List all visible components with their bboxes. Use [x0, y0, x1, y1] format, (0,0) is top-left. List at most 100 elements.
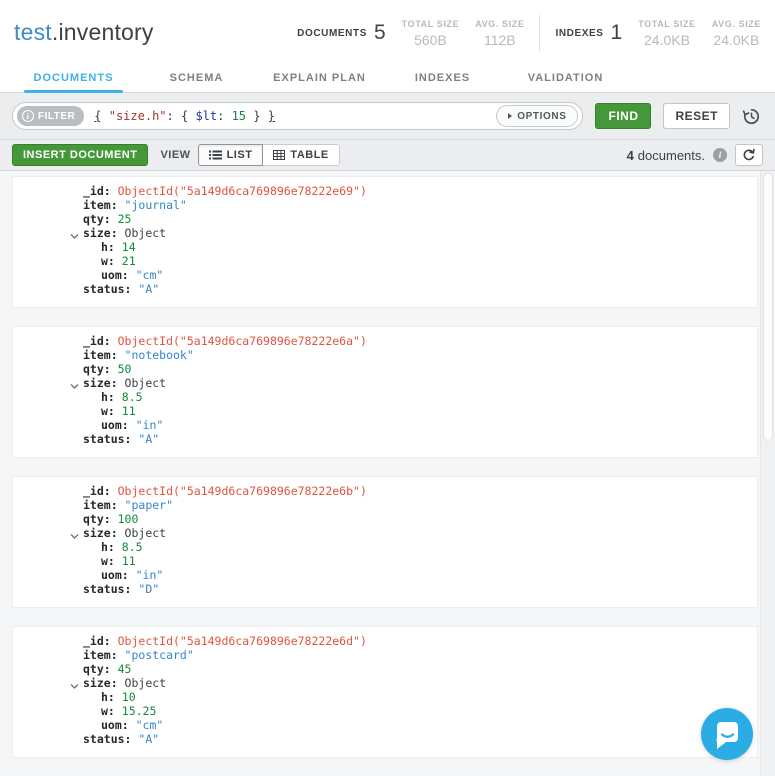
field-key: status: [83, 282, 139, 296]
expand-chevron-icon[interactable] [70, 529, 79, 539]
field-value: ObjectId("5a149d6ca769896e78222e6b") [117, 484, 367, 498]
field-key: uom: [101, 718, 136, 732]
document-field-row: w: 21 [13, 254, 757, 268]
tab-indexes[interactable]: INDEXES [381, 64, 504, 92]
chat-launcher-button[interactable] [701, 708, 753, 760]
field-key: _id: [83, 334, 118, 348]
insert-document-button[interactable]: INSERT DOCUMENT [12, 144, 149, 166]
document-field-row: size: Object [13, 526, 757, 540]
field-value: "notebook" [124, 348, 194, 362]
query-token: } [267, 109, 275, 123]
refresh-icon [743, 148, 755, 161]
filter-input[interactable]: i FILTER { "size.h": { $lt: 15 } } OPTIO… [12, 102, 584, 130]
field-value: "D" [138, 582, 160, 596]
tab-validation[interactable]: VALIDATION [504, 64, 627, 92]
field-key: item: [83, 648, 125, 662]
reset-button[interactable]: RESET [663, 103, 730, 129]
field-value: "journal" [124, 198, 187, 212]
document-card[interactable]: _id: ObjectId("5a149d6ca769896e78222e69"… [12, 176, 758, 308]
tab-documents[interactable]: DOCUMENTS [12, 64, 135, 93]
tab-explain-plan[interactable]: EXPLAIN PLAN [258, 64, 381, 92]
field-value: 15.25 [121, 704, 157, 718]
document-field-row: w: 11 [13, 404, 757, 418]
field-value: ObjectId("5a149d6ca769896e78222e6a") [117, 334, 367, 348]
view-list-button[interactable]: LIST [197, 144, 264, 166]
field-key: uom: [101, 268, 136, 282]
view-table-button[interactable]: TABLE [262, 144, 340, 166]
count-info-icon[interactable]: i [713, 148, 727, 162]
find-button[interactable]: FIND [595, 103, 652, 129]
scrollbar-track[interactable] [760, 171, 775, 776]
history-icon [742, 108, 759, 124]
document-field-row: _id: ObjectId("5a149d6ca769896e78222e6d"… [13, 634, 757, 648]
field-key: h: [101, 240, 122, 254]
document-list: _id: ObjectId("5a149d6ca769896e78222e69"… [0, 171, 775, 776]
field-value: "A" [138, 432, 160, 446]
view-switcher: LIST TABLE [197, 144, 340, 166]
chat-bubble-icon [716, 722, 738, 749]
document-card[interactable]: _id: ObjectId("5a149d6ca769896e78222e6a"… [12, 326, 758, 458]
document-field-row: status: "A" [13, 282, 757, 296]
expand-chevron-icon[interactable] [70, 229, 79, 239]
indexes-avg-size-stat: AVG. SIZE 24.0KB [712, 19, 761, 48]
options-toggle-button[interactable]: OPTIONS [496, 105, 579, 127]
field-value: 11 [121, 554, 136, 568]
query-token: 15 [231, 109, 247, 123]
document-card[interactable]: _id: ObjectId("5a149d6ca769896e78222e6b"… [12, 476, 758, 608]
refresh-documents-button[interactable] [735, 144, 763, 166]
document-card[interactable]: _id: ObjectId("5a149d6ca769896e78222e6d"… [12, 626, 758, 758]
documents-total-size-stat: TOTAL SIZE 560B [402, 19, 460, 48]
document-field-row: qty: 25 [13, 212, 757, 226]
collection-stats: DOCUMENTS 5 TOTAL SIZE 560B AVG. SIZE 11… [297, 13, 761, 53]
filter-badge: i FILTER [17, 106, 85, 126]
field-key: qty: [83, 662, 118, 676]
table-view-icon [273, 150, 286, 160]
field-key: item: [83, 348, 125, 362]
query-bar: i FILTER { "size.h": { $lt: 15 } } OPTIO… [0, 93, 775, 140]
document-field-row: item: "paper" [13, 498, 757, 512]
caret-right-icon [508, 113, 513, 119]
field-value: Object [124, 526, 167, 540]
expand-chevron-icon[interactable] [70, 379, 79, 389]
filter-info-icon: i [22, 110, 34, 122]
indexes-total-size-label: TOTAL SIZE [638, 18, 696, 29]
indexes-stat-label: INDEXES [555, 27, 604, 39]
query-token: { [180, 109, 196, 123]
document-field-row: item: "notebook" [13, 348, 757, 362]
document-field-row: qty: 100 [13, 512, 757, 526]
field-value: 14 [121, 240, 136, 254]
documents-total-size-label: TOTAL SIZE [401, 18, 460, 29]
indexes-stat-count: 1 [610, 21, 623, 44]
field-value: Object [124, 676, 167, 690]
field-key: _id: [83, 184, 118, 198]
filter-query[interactable]: { "size.h": { $lt: 15 } } [94, 109, 275, 123]
tab-schema[interactable]: SCHEMA [135, 64, 258, 92]
stats-divider [539, 15, 541, 51]
query-token: $lt [195, 109, 218, 123]
document-field-row: status: "A" [13, 732, 757, 746]
field-key: uom: [101, 568, 136, 582]
field-value: "in" [135, 418, 164, 432]
document-field-row: h: 8.5 [13, 390, 757, 404]
query-history-button[interactable] [739, 104, 763, 128]
document-field-row: item: "journal" [13, 198, 757, 212]
scrollbar-thumb[interactable] [763, 173, 773, 441]
field-key: h: [101, 690, 122, 704]
field-key: size: [83, 376, 125, 390]
field-value: 11 [121, 404, 136, 418]
field-key: h: [101, 390, 122, 404]
field-key: _id: [83, 484, 118, 498]
collection-header: test.inventory DOCUMENTS 5 TOTAL SIZE 56… [0, 0, 775, 64]
field-value: 45 [117, 662, 132, 676]
field-value: 50 [117, 362, 132, 376]
document-field-row: _id: ObjectId("5a149d6ca769896e78222e6b"… [13, 484, 757, 498]
document-field-row: w: 15.25 [13, 704, 757, 718]
field-value: 8.5 [121, 540, 143, 554]
list-view-icon [208, 150, 222, 160]
filter-badge-label: FILTER [38, 110, 76, 122]
query-token: : [166, 109, 181, 123]
field-value: "A" [138, 282, 160, 296]
field-key: size: [83, 226, 125, 240]
indexes-stat: INDEXES 1 [555, 21, 622, 45]
expand-chevron-icon[interactable] [70, 679, 79, 689]
